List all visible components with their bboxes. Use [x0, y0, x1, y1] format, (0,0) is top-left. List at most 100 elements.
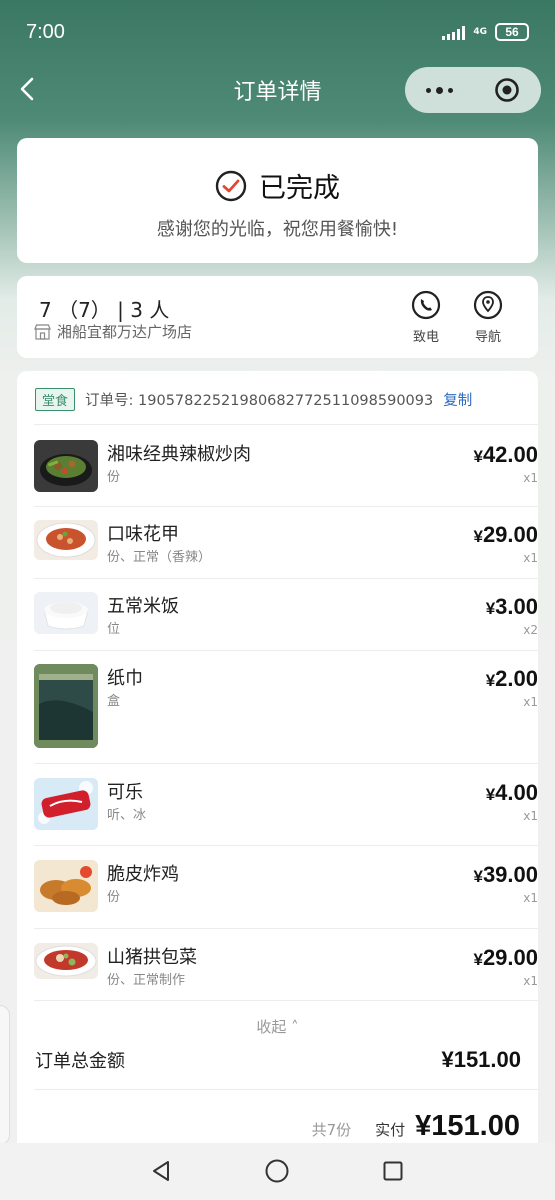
order-item: 纸巾 盒 ¥2.00 x1	[34, 664, 538, 754]
item-name: 山猪拱包菜	[107, 947, 197, 968]
item-name: 五常米饭	[107, 596, 179, 617]
item-count: 共7份	[311, 1121, 352, 1139]
status-icons: 4G 56	[442, 23, 529, 41]
collapse-toggle[interactable]: 收起 ˄	[0, 1016, 555, 1037]
divider	[34, 928, 538, 929]
divider	[34, 763, 538, 764]
order-item: 口味花甲 份、正常（香辣） ¥29.00 x1	[34, 520, 538, 576]
item-price: ¥2.00	[485, 666, 538, 691]
more-icon	[425, 87, 431, 93]
dish-image	[34, 664, 98, 748]
status-bar: 7:00 4G 56	[0, 0, 555, 64]
network-label: 4G	[473, 26, 487, 37]
dish-image	[34, 860, 98, 912]
paid-label: 实付	[375, 1121, 406, 1139]
item-name: 湘味经典辣椒炒肉	[107, 444, 251, 465]
system-nav-bar	[0, 1143, 555, 1200]
call-label: 致电	[412, 330, 439, 345]
order-status-card: 已完成 感谢您的光临，祝您用餐愉快!	[17, 138, 538, 263]
system-home-button[interactable]	[262, 1156, 292, 1186]
item-spec: 份	[107, 890, 121, 905]
dish-image	[34, 778, 98, 830]
network-icon: 4G	[473, 26, 487, 37]
battery-level: 56	[505, 25, 519, 39]
signal-icon	[442, 24, 466, 40]
store-name-row[interactable]: 湘船宜都万达广场店	[34, 321, 192, 342]
dish-image	[34, 943, 98, 979]
item-name: 脆皮炸鸡	[107, 864, 179, 885]
item-name: 可乐	[107, 782, 143, 803]
item-spec: 位	[107, 622, 121, 637]
copy-order-number-link[interactable]: 复制	[443, 389, 472, 410]
order-header: 堂食 订单号: 19057822521980682772511098590093…	[35, 388, 472, 411]
close-button[interactable]	[473, 67, 541, 113]
store-name: 湘船宜都万达广场店	[57, 323, 193, 341]
dish-image	[34, 592, 98, 634]
item-spec: 份、正常（香辣）	[107, 550, 212, 565]
item-spec: 份、正常制作	[107, 973, 186, 988]
status-time: 7:00	[26, 20, 65, 43]
order-item: 可乐 听、冰 ¥4.00 x1	[34, 778, 538, 838]
call-button[interactable]: 致电	[404, 290, 448, 345]
triangle-back-icon	[153, 1161, 169, 1181]
check-circle-icon	[215, 170, 247, 201]
item-quantity: x1	[523, 551, 538, 565]
order-item: 脆皮炸鸡 份 ¥39.00 x1	[34, 860, 538, 920]
system-recents-button[interactable]	[378, 1156, 408, 1186]
divider	[34, 1000, 538, 1001]
item-price: ¥29.00	[473, 945, 538, 970]
item-quantity: x2	[523, 623, 538, 637]
navigate-button[interactable]: 导航	[466, 290, 510, 345]
nav-bar: 订单详情	[0, 64, 555, 116]
item-quantity: x1	[523, 891, 538, 905]
battery-icon: 56	[495, 23, 529, 41]
item-quantity: x1	[523, 471, 538, 485]
divider	[34, 1089, 538, 1090]
location-pin-icon	[473, 290, 503, 320]
item-name: 纸巾	[107, 668, 143, 689]
item-price: ¥42.00	[473, 442, 538, 467]
divider	[34, 650, 538, 651]
side-drawer-handle[interactable]	[0, 1005, 10, 1145]
order-total-row: 订单总金额 ¥151.00	[35, 1047, 521, 1073]
system-back-button[interactable]	[146, 1156, 176, 1186]
chevron-left-icon	[20, 77, 34, 101]
order-status: 已完成	[259, 173, 340, 204]
paid-value: ¥151.00	[415, 1110, 520, 1142]
item-price: ¥39.00	[473, 862, 538, 887]
item-name: 口味花甲	[107, 524, 179, 545]
order-item: 山猪拱包菜 份、正常制作 ¥29.00 x1	[34, 943, 538, 1003]
item-price: ¥29.00	[473, 522, 538, 547]
divider	[34, 506, 538, 507]
paid-row: 共7份 实付 ¥151.00	[312, 1110, 520, 1143]
divider	[34, 424, 538, 425]
item-price: ¥3.00	[485, 594, 538, 619]
item-quantity: x1	[523, 695, 538, 709]
divider	[34, 845, 538, 846]
dish-image	[34, 520, 98, 560]
table-info: 7 （7） | 3 人	[39, 298, 170, 322]
dine-type-badge: 堂食	[35, 388, 76, 411]
more-button[interactable]	[405, 67, 473, 113]
phone-icon	[411, 290, 441, 320]
item-spec: 盒	[107, 694, 121, 709]
item-quantity: x1	[523, 809, 538, 823]
order-number: 19057822521980682772511098590093	[138, 393, 434, 409]
close-target-icon	[495, 78, 519, 102]
mini-program-capsule	[405, 67, 541, 113]
store-card: 7 （7） | 3 人 湘船宜都万达广场店 致电 导航	[17, 276, 538, 358]
total-label: 订单总金额	[35, 1051, 125, 1072]
item-quantity: x1	[523, 974, 538, 988]
order-number-label: 订单号:	[85, 393, 134, 409]
order-item: 五常米饭 位 ¥3.00 x2	[34, 592, 538, 648]
item-price: ¥4.00	[485, 780, 538, 805]
thanks-message: 感谢您的光临，祝您用餐愉快!	[156, 219, 399, 240]
back-button[interactable]	[12, 74, 42, 104]
divider	[34, 578, 538, 579]
item-spec: 听、冰	[107, 808, 147, 823]
dish-image	[34, 440, 98, 492]
circle-home-icon	[265, 1159, 289, 1183]
total-value: ¥151.00	[441, 1047, 521, 1072]
square-recents-icon	[383, 1161, 403, 1181]
store-icon	[34, 323, 51, 340]
